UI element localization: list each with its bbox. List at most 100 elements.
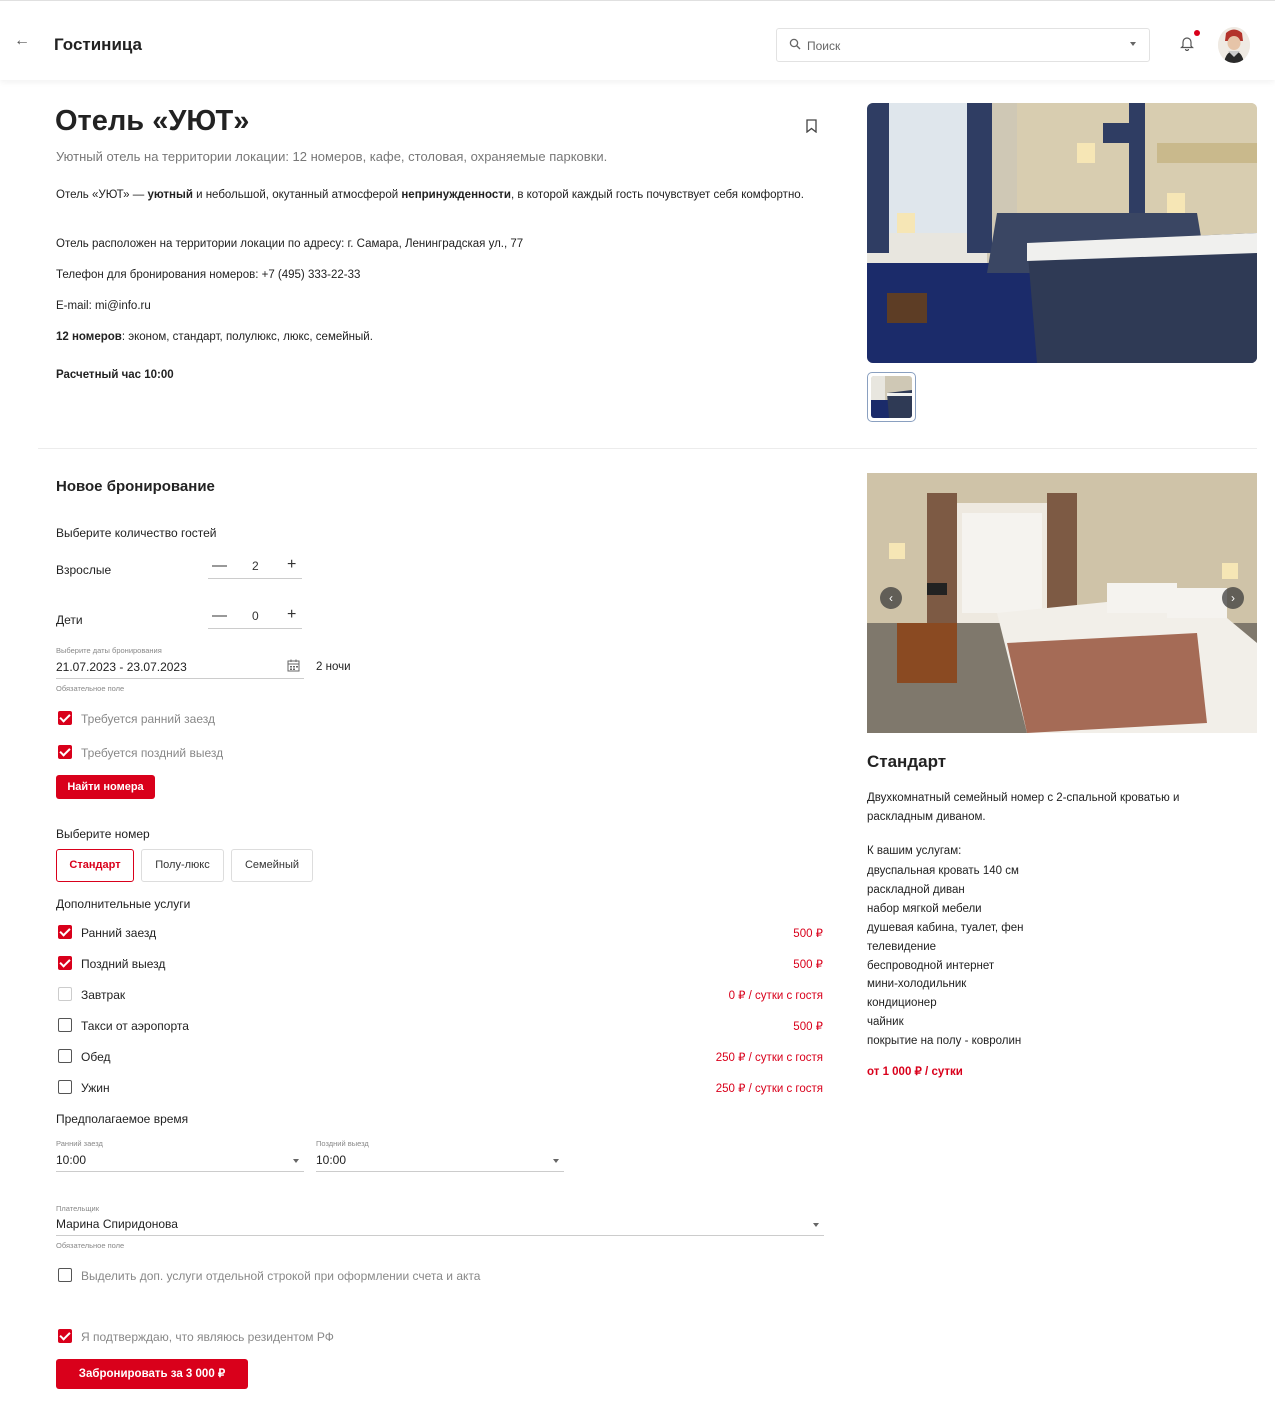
amenities-title: К вашим услугам: <box>867 845 962 857</box>
amenity-item: мини-холодильник <box>867 978 967 991</box>
amenity-item: душевая кабина, туалет, фен <box>867 921 1024 934</box>
dates-hint: Обязательное поле <box>56 684 125 693</box>
amenity-item: беспроводной интернет <box>867 959 995 972</box>
children-value[interactable]: 0 <box>252 609 259 623</box>
plus-icon[interactable]: + <box>287 556 296 574</box>
late-time-label: Поздний выезд <box>316 1139 369 1148</box>
late-checkout-label: Требуется поздний выезд <box>81 746 224 760</box>
plus-icon[interactable]: + <box>287 606 296 624</box>
payer-label: Плательщик <box>56 1204 99 1213</box>
adults-stepper: — 2 + <box>208 555 302 579</box>
service-label: Поздний выезд <box>81 957 166 971</box>
top-bar: ← Гостиница Поиск <box>0 0 1275 80</box>
hotel-email: E-mail: mi@info.ru <box>56 300 151 312</box>
amenity-item: телевидение <box>867 940 937 953</box>
adults-value[interactable]: 2 <box>252 559 259 573</box>
late-time-value: 10:00 <box>316 1153 347 1167</box>
service-price: 250 ₽ / сутки с гостя <box>715 1052 823 1064</box>
search-placeholder: Поиск <box>807 39 841 53</box>
dates-label: Выберите даты бронирования <box>56 646 162 655</box>
service-price: 500 ₽ <box>793 928 823 940</box>
chevron-left-icon[interactable]: ‹ <box>880 587 902 609</box>
hotel-main-photo <box>867 103 1257 363</box>
back-arrow-icon[interactable]: ← <box>14 33 30 49</box>
resident-label: Я подтверждаю, что являюсь резидентом РФ <box>81 1330 334 1344</box>
nights-count: 2 ночи <box>316 661 351 673</box>
late-checkout-checkbox[interactable] <box>58 745 72 759</box>
room-photo <box>867 473 1257 733</box>
amenity-item: кондиционер <box>867 997 937 1010</box>
adults-label: Взрослые <box>56 563 112 577</box>
room-select-title: Выберите номер <box>56 827 150 841</box>
hotel-address: Отель расположен на территории локации п… <box>56 238 524 250</box>
amenity-item: раскладной диван <box>867 883 965 896</box>
service-price: 0 ₽ / сутки с гостя <box>728 990 823 1002</box>
service-checkbox[interactable] <box>58 1080 72 1094</box>
hotel-checkout-time: Расчетный час 10:00 <box>56 369 174 381</box>
service-checkbox[interactable] <box>58 956 72 970</box>
search-input[interactable]: Поиск <box>776 28 1150 62</box>
early-time-select[interactable]: 10:00 <box>56 1150 304 1172</box>
hotel-name: Отель «УЮТ» <box>55 105 250 137</box>
calendar-icon[interactable] <box>287 659 300 672</box>
service-checkbox[interactable] <box>58 1018 72 1032</box>
chevron-down-icon[interactable] <box>1130 42 1136 46</box>
dates-value: 21.07.2023 - 23.07.2023 <box>56 660 187 674</box>
find-rooms-button[interactable]: Найти номера <box>56 775 155 799</box>
minus-icon[interactable]: — <box>212 607 227 624</box>
dates-input[interactable]: 21.07.2023 - 23.07.2023 <box>56 658 304 679</box>
tab-standard[interactable]: Стандарт <box>56 849 134 882</box>
bell-icon[interactable] <box>1180 35 1194 51</box>
hotel-photo-thumbnail[interactable] <box>867 372 916 422</box>
section-divider <box>38 448 1257 449</box>
amenity-item: покрытие на полу - ковролин <box>867 1035 1022 1048</box>
service-price: 500 ₽ <box>793 959 823 971</box>
chevron-down-icon[interactable] <box>813 1223 819 1227</box>
amenity-item: набор мягкой мебели <box>867 902 982 915</box>
service-label: Ранний заезд <box>81 926 157 940</box>
service-checkbox[interactable] <box>58 1049 72 1063</box>
avatar[interactable] <box>1218 27 1250 63</box>
tab-semi-lux[interactable]: Полу-люкс <box>141 849 224 882</box>
hotel-subtitle: Уютный отель на территории локации: 12 н… <box>56 149 608 164</box>
chevron-down-icon[interactable] <box>293 1159 299 1163</box>
chevron-down-icon[interactable] <box>553 1159 559 1163</box>
service-label: Такси от аэропорта <box>81 1019 189 1033</box>
service-label: Обед <box>81 1050 111 1064</box>
children-label: Дети <box>56 613 83 627</box>
book-button[interactable]: Забронировать за 3 000 ₽ <box>56 1359 248 1389</box>
tab-family[interactable]: Семейный <box>231 849 313 882</box>
search-icon <box>789 38 801 50</box>
early-checkin-checkbox[interactable] <box>58 711 72 725</box>
amenities-list: двуспальная кровать 140 см раскладной ди… <box>867 862 1023 1051</box>
minus-icon[interactable]: — <box>212 557 227 574</box>
service-label: Завтрак <box>81 988 126 1002</box>
service-price: 500 ₽ <box>793 1021 823 1033</box>
separate-line-checkbox[interactable] <box>58 1268 72 1282</box>
service-checkbox[interactable] <box>58 925 72 939</box>
resident-checkbox[interactable] <box>58 1329 72 1343</box>
children-stepper: — 0 + <box>208 605 302 629</box>
service-price: 250 ₽ / сутки с гостя <box>715 1083 823 1095</box>
payer-hint: Обязательное поле <box>56 1241 125 1250</box>
hotel-phone: Телефон для бронирования номеров: +7 (49… <box>56 269 361 281</box>
early-checkin-label: Требуется ранний заезд <box>81 712 215 726</box>
hotel-description: Отель «УЮТ» — уютный и небольшой, окутан… <box>56 189 804 201</box>
early-time-label: Ранний заезд <box>56 1139 103 1148</box>
early-time-value: 10:00 <box>56 1153 87 1167</box>
separate-line-label: Выделить доп. услуги отдельной строкой п… <box>81 1269 481 1283</box>
room-title: Стандарт <box>867 752 947 771</box>
bookmark-icon[interactable] <box>806 119 817 133</box>
late-time-select[interactable]: 10:00 <box>316 1150 564 1172</box>
chevron-right-icon[interactable]: › <box>1222 587 1244 609</box>
room-description: Двухкомнатный семейный номер с 2-спально… <box>867 792 1180 823</box>
service-checkbox[interactable] <box>58 987 72 1001</box>
service-label: Ужин <box>81 1081 110 1095</box>
time-title: Предполагаемое время <box>56 1112 189 1126</box>
amenity-item: чайник <box>867 1016 904 1029</box>
payer-select[interactable]: Марина Спиридонова <box>56 1214 824 1236</box>
room-price: от 1 000 ₽ / сутки <box>867 1066 963 1078</box>
page-title: Гостиница <box>54 35 143 54</box>
services-title: Дополнительные услуги <box>56 897 191 911</box>
payer-value: Марина Спиридонова <box>56 1217 178 1231</box>
